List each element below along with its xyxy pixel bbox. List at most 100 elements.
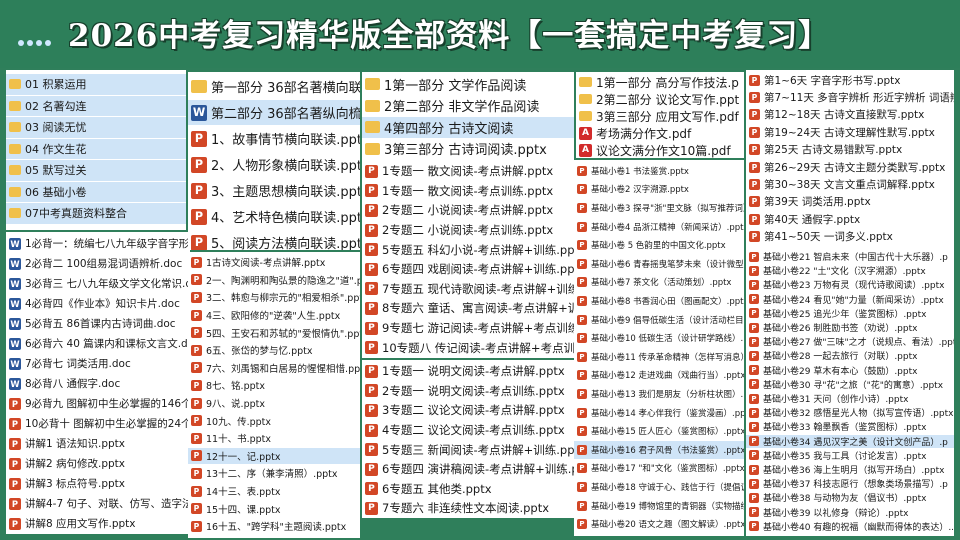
file-row[interactable]: P 6五、张岱的梦与忆.pptx	[188, 342, 360, 359]
file-row[interactable]: P 基础小卷34 遇见汉字之美（设计文创产品）.p	[746, 434, 954, 448]
file-row[interactable]: P 基础小卷3 探寻"浙"里文脉（拟写推荐词）.pptx	[574, 199, 744, 217]
file-row[interactable]: P 第12~18天 古诗文直接默写.pptx	[746, 107, 954, 123]
file-row[interactable]: P 4、艺术特色横向联读.pptx	[188, 204, 360, 229]
file-row[interactable]: P 基础小卷8 书香润心田（图画配文）.pptx	[574, 292, 744, 310]
file-row[interactable]: 3第三部分 应用文写作.pdf	[576, 108, 744, 124]
file-row[interactable]: P 基础小卷7 茶文化（活动策划）.pptx	[574, 274, 744, 292]
file-row[interactable]: P 基础小卷19 博物馆里的青铜器（实物描绘）.p	[574, 497, 744, 515]
file-row[interactable]: P 10必背十 图解初中生必掌握的24个文言	[6, 414, 190, 433]
file-row[interactable]: P 讲解4-7 句子、对联、仿写、造字法、书	[6, 494, 190, 513]
file-row[interactable]: 01 积累运用	[6, 74, 186, 95]
file-row[interactable]: W 3必背三 七八九年级文学文化常识.doc	[6, 274, 190, 293]
file-row[interactable]: P 基础小卷28 一起去旅行（对联）.pptx	[746, 349, 954, 362]
file-row[interactable]: P 基础小卷35 我与工具（讨论发言）.pptx	[746, 449, 954, 462]
file-row[interactable]: P 6专题四 戏剧阅读-考点讲解+训练.pptx	[362, 260, 574, 279]
file-row[interactable]: P 基础小卷37 科技志愿行（想象类场景描写）.p	[746, 477, 954, 490]
file-row[interactable]: P 2专题二 小说阅读-考点讲解.pptx	[362, 201, 574, 220]
file-row[interactable]: P 3二、韩愈与柳宗元的"相爱相杀".pptx	[188, 289, 360, 306]
file-row[interactable]: 03 阅读无忧	[6, 117, 186, 138]
file-row[interactable]: P 基础小卷22 "土"文化（汉字溯源）.pptx	[746, 264, 954, 277]
file-row[interactable]: P 1、故事情节横向联读.pptx	[188, 126, 360, 151]
file-row[interactable]: P 8专题六 童话、寓言阅读-考点讲解+训练	[362, 299, 574, 318]
file-row[interactable]: P 第1~6天 字音字形书写.pptx	[746, 72, 954, 88]
file-row[interactable]: P 10专题八 传记阅读-考点讲解+考点训练	[362, 338, 574, 357]
file-row[interactable]: A 议论文满分作文10篇.pdf	[576, 142, 744, 158]
file-row[interactable]: P 基础小卷27 做"三味"之才（说规点、看法）.pptx	[746, 335, 954, 348]
file-row[interactable]: 第一部分 36部名著横向联读	[188, 74, 360, 99]
file-row[interactable]: P 6专题五 其他类.pptx	[362, 480, 574, 499]
file-row[interactable]: P 基础小卷26 制胜励书签（劝说）.pptx	[746, 321, 954, 334]
file-row[interactable]: P 基础小卷4 品浙江精神（新闻采访）.pptx	[574, 218, 744, 236]
file-row[interactable]: P 基础小卷11 传承革命精神（怎样写消息）.pptx	[574, 348, 744, 366]
file-row[interactable]: P 基础小卷38 与动物为友（倡议书）.pptx	[746, 491, 954, 504]
file-row[interactable]: P 基础小卷2 汉字溯源.pptx	[574, 181, 744, 199]
file-row[interactable]: 4第四部分 古诗文阅读	[362, 117, 574, 138]
file-row[interactable]: P 基础小卷24 看见"她"力量（新闻采访）.pptx	[746, 293, 954, 306]
file-row[interactable]: P 基础小卷 5 色韵里的中国文化.pptx	[574, 236, 744, 254]
file-row[interactable]: P 1专题一 说明文阅读-考点讲解.pptx	[362, 362, 574, 381]
file-row[interactable]: P 6专题四 演讲稿阅读-考点讲解+训练.p	[362, 460, 574, 479]
file-row[interactable]: P 9必背九 图解初中生必掌握的146个文言	[6, 394, 190, 413]
file-row[interactable]: 02 名著勾连	[6, 95, 186, 116]
file-row[interactable]: W 2必背二 100组易混词语辨析.doc	[6, 254, 190, 273]
file-row[interactable]: W 第二部分 36部名著纵向梳	[188, 100, 360, 125]
file-row[interactable]: P 2专题一 说明文阅读-考点训练.pptx	[362, 382, 574, 401]
file-row[interactable]: P 第39天 词类活用.pptx	[746, 194, 954, 210]
file-row[interactable]: P 7专题六 非连续性文本阅读.pptx	[362, 499, 574, 518]
file-row[interactable]: A 考场满分作文.pdf	[576, 125, 744, 141]
file-row[interactable]: P 基础小卷14 孝心伴我行（鉴赏漫画）.pptx	[574, 404, 744, 422]
file-row[interactable]: P 15十四、课.pptx	[188, 500, 360, 517]
file-row[interactable]: 1第一部分 高分写作技法.p	[576, 74, 744, 90]
file-row[interactable]: W 6必背六 40 篇课内和课标文言文.doc	[6, 334, 190, 353]
file-row[interactable]: P 1古诗文阅读-考点讲解.pptx	[188, 254, 360, 271]
file-row[interactable]: P 第26~29天 古诗文主题分类默写.pptx	[746, 159, 954, 175]
file-row[interactable]: P 13十二、序（兼李清照）.pptx	[188, 465, 360, 482]
file-row[interactable]: P 基础小卷21 智启未来（中国古代十大乐器）.p	[746, 250, 954, 263]
file-row[interactable]: P 第19~24天 古诗文理解性默写.pptx	[746, 124, 954, 140]
file-row[interactable]: 1第一部分 文学作品阅读	[362, 74, 574, 95]
file-row[interactable]: P 讲解8 应用文写作.pptx	[6, 514, 190, 533]
file-row[interactable]: P 14十三、表.pptx	[188, 483, 360, 500]
file-row[interactable]: P 4专题二 议论文阅读-考点训练.pptx	[362, 421, 574, 440]
file-row[interactable]: P 基础小卷32 感悟星光人物（拟写宣传语）.pptx	[746, 406, 954, 419]
file-row[interactable]: P 3、主题思想横向联读.pptx	[188, 178, 360, 203]
file-row[interactable]: P 2、人物形象横向联读.pptx	[188, 152, 360, 177]
file-row[interactable]: W 1必背一：统编七八九年级字音字形梳理.	[6, 234, 190, 253]
file-row[interactable]: P 讲解2 病句修改.pptx	[6, 454, 190, 473]
file-row[interactable]: P 基础小卷10 低碳生活（设计研学路线）.pptx	[574, 329, 744, 347]
file-row[interactable]: P 2专题二 小说阅读-考点训练.pptx	[362, 221, 574, 240]
file-row[interactable]: P 基础小卷1 书法鉴赏.pptx	[574, 162, 744, 180]
file-row[interactable]: W 7必背七 词类活用.doc	[6, 354, 190, 373]
file-row[interactable]: W 5必背五 86首课内古诗词曲.doc	[6, 314, 190, 333]
file-row[interactable]: P 基础小卷33 翰墨飘香（鉴赏图标）.pptx	[746, 420, 954, 433]
file-row[interactable]: P 基础小卷16 君子风骨（书法鉴赏）.pptx	[574, 441, 744, 459]
file-row[interactable]: P 第40天 通假字.pptx	[746, 211, 954, 227]
file-row[interactable]: P 基础小卷6 青春摇曳笔梦未来（设计微型图案）	[574, 255, 744, 273]
file-row[interactable]: P 16十五、"跨学科"主题阅读.pptx	[188, 518, 360, 535]
file-row[interactable]: P 第41~50天 一词多义.pptx	[746, 229, 954, 245]
file-row[interactable]: P 基础小卷40 有趣的祝福（幽默而得体的表达）..	[746, 520, 954, 533]
file-row[interactable]: P 基础小卷12 走进戏曲（戏曲行当）.pptx	[574, 367, 744, 385]
file-row[interactable]: P 基础小卷15 匠人匠心（鉴赏图标）.pptx	[574, 422, 744, 440]
file-row[interactable]: P 第25天 古诗文易错默写.pptx	[746, 142, 954, 158]
file-row[interactable]: P 5专题三 新闻阅读-考点讲解+训练.pptx	[362, 440, 574, 459]
file-row[interactable]: P 11十、书.pptx	[188, 430, 360, 447]
file-row[interactable]: P 5四、王安石和苏轼的"爱恨情仇".pptx	[188, 324, 360, 341]
file-row[interactable]: P 基础小卷23 万物有灵（现代诗歌阅读）.pptx	[746, 278, 954, 291]
file-row[interactable]: P 第7~11天 多音字辨析 形近字辨析 词语辨析.p	[746, 89, 954, 105]
file-row[interactable]: 2第二部分 非文学作品阅读	[362, 96, 574, 117]
file-row[interactable]: P 基础小卷9 倡导低碳生活（设计活动栏目）.pptx	[574, 311, 744, 329]
file-row[interactable]: P 8七、铭.pptx	[188, 377, 360, 394]
file-row[interactable]: P 9八、说.pptx	[188, 395, 360, 412]
file-row[interactable]: P 1专题一 散文阅读-考点训练.pptx	[362, 182, 574, 201]
file-row[interactable]: P 9专题七 游记阅读-考点讲解+考点训练.p	[362, 319, 574, 338]
file-row[interactable]: P 4三、欧阳修的"逆袭"人生.pptx	[188, 307, 360, 324]
file-row[interactable]: P 基础小卷25 追光少年（鉴赏图标）.pptx	[746, 307, 954, 320]
file-row[interactable]: P 基础小卷13 我们是朋友（分析柱状图）.pptx	[574, 385, 744, 403]
file-row[interactable]: 07中考真题资料整合	[6, 203, 186, 224]
file-row[interactable]: W 8必背八 通假字.doc	[6, 374, 190, 393]
file-row[interactable]: P 基础小卷17 "和"文化（鉴赏图标）.pptx	[574, 460, 744, 478]
file-row[interactable]: P 2一、陶渊明和陶弘景的隐逸之"道".pptx	[188, 272, 360, 289]
file-row[interactable]: P 5、阅读方法横向联读.pptx	[188, 230, 360, 250]
file-row[interactable]: 2第二部分 议论文写作.ppt	[576, 91, 744, 107]
